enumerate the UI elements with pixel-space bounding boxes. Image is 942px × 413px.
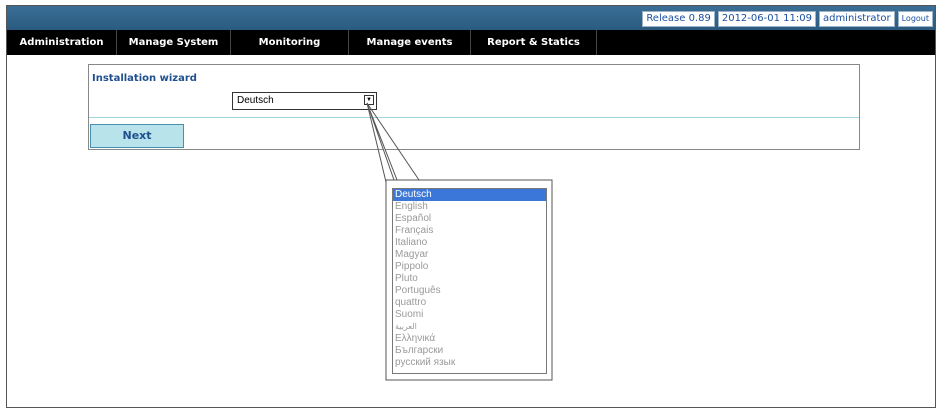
option-italiano[interactable]: Italiano <box>393 237 546 249</box>
language-select-value: Deutsch <box>237 95 274 106</box>
language-select[interactable]: Deutsch ▼ <box>232 92 377 110</box>
menu-item-manage-system[interactable]: Manage System <box>117 30 231 55</box>
panel-title: Installation wizard <box>92 73 197 84</box>
option-deutsch[interactable]: Deutsch <box>393 189 546 201</box>
option-pluto[interactable]: Pluto <box>393 273 546 285</box>
installation-wizard-panel: Installation wizard Deutsch ▼ Next <box>88 64 860 150</box>
logout-button[interactable]: Logout <box>897 11 933 27</box>
option-suomi[interactable]: Suomi <box>393 309 546 321</box>
menu-item-manage-events[interactable]: Manage events <box>349 30 471 55</box>
menu-item-report-statics[interactable]: Report & Statics <box>471 30 597 55</box>
option-francais[interactable]: Français <box>393 225 546 237</box>
option-russian[interactable]: русский язык <box>393 357 546 369</box>
header-badges: Release 0.89 2012-06-01 11:09 administra… <box>642 11 933 27</box>
panel-divider <box>89 117 859 118</box>
dropdown-arrow-icon[interactable]: ▼ <box>364 95 374 105</box>
option-magyar[interactable]: Magyar <box>393 249 546 261</box>
option-bulgarian[interactable]: Български <box>393 345 546 357</box>
option-pippolo[interactable]: Pippolo <box>393 261 546 273</box>
main-menu: Administration Manage System Monitoring … <box>7 30 935 55</box>
menu-item-administration[interactable]: Administration <box>7 30 117 55</box>
option-espanol[interactable]: Español <box>393 213 546 225</box>
datetime-badge: 2012-06-01 11:09 <box>717 11 816 27</box>
menu-item-monitoring[interactable]: Monitoring <box>231 30 349 55</box>
top-bar: Release 0.89 2012-06-01 11:09 administra… <box>7 6 935 30</box>
option-english[interactable]: English <box>393 201 546 213</box>
option-quattro[interactable]: quattro <box>393 297 546 309</box>
language-options-list[interactable]: Deutsch English Español Français Italian… <box>392 188 547 374</box>
user-badge: administrator <box>818 11 895 27</box>
option-arabic[interactable]: العربية <box>393 321 546 333</box>
option-greek[interactable]: Ελληνικά <box>393 333 546 345</box>
release-badge: Release 0.89 <box>642 11 715 27</box>
option-portugues[interactable]: Português <box>393 285 546 297</box>
next-button[interactable]: Next <box>90 124 184 148</box>
